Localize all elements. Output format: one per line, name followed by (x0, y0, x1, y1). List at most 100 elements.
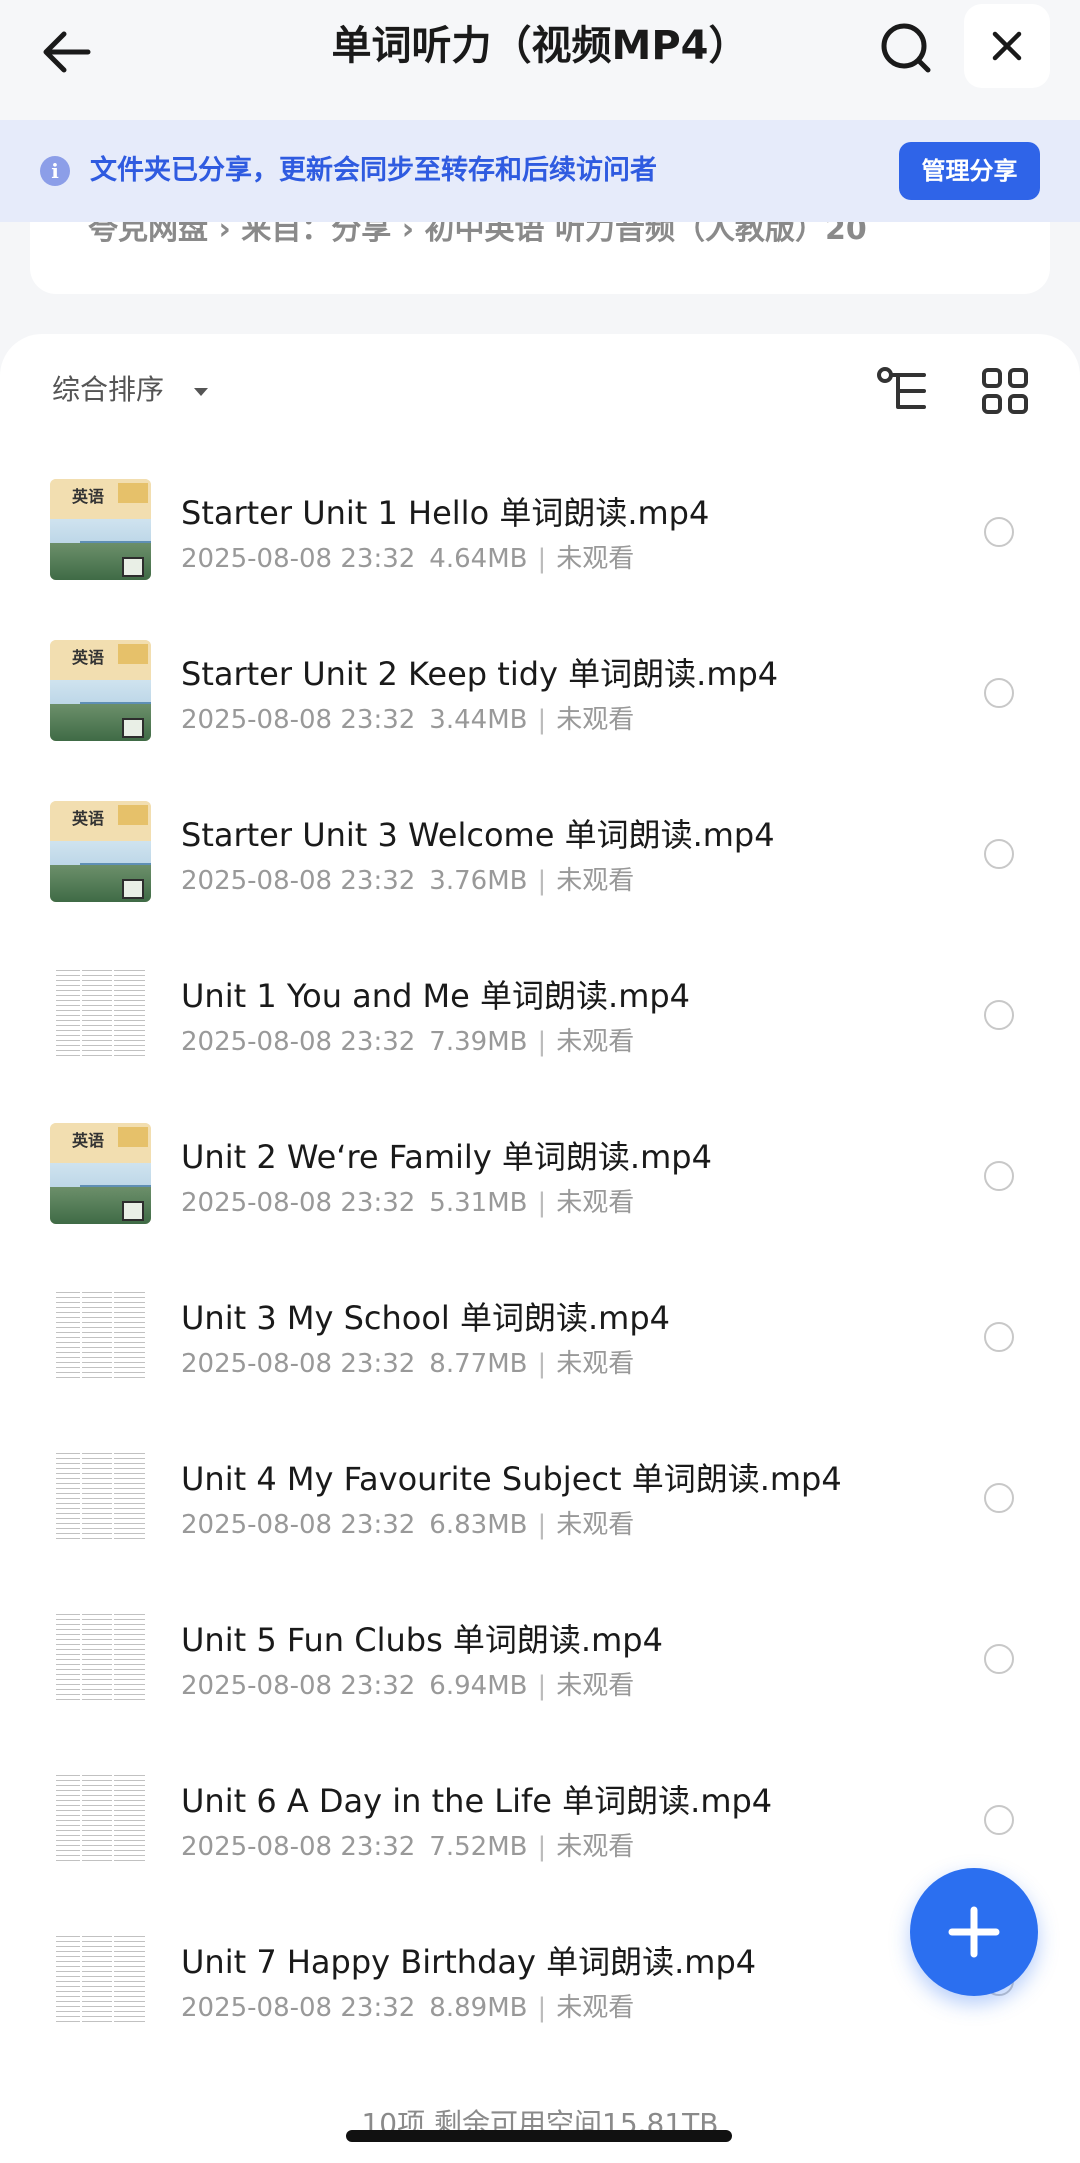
file-size: 8.77MB (429, 1349, 528, 1379)
file-name: Starter Unit 2 Keep tidy 单词朗读.mp4 (181, 655, 779, 693)
caret-down-icon (194, 388, 208, 396)
file-size: 8.89MB (429, 1993, 528, 2023)
file-meta: 2025-08-08 23:32 3.76MB | 未观看 (181, 863, 634, 899)
file-date: 2025-08-08 23:32 (181, 866, 416, 896)
select-radio[interactable] (984, 1322, 1014, 1352)
file-thumbnail (50, 1606, 151, 1707)
file-meta: 2025-08-08 23:32 7.39MB | 未观看 (181, 1024, 634, 1060)
breadcrumb-text: 夸克网盘 › 来自：分享 › 初中英语 听力音频（人教版）20 (88, 222, 867, 247)
home-indicator[interactable] (346, 2130, 732, 2142)
file-thumbnail (50, 1928, 151, 2029)
file-meta: 2025-08-08 23:32 6.94MB | 未观看 (181, 1668, 634, 1704)
file-thumbnail: 英语 (50, 801, 151, 902)
watch-status: 未观看 (556, 866, 635, 896)
select-radio[interactable] (984, 517, 1014, 547)
meta-separator: | (537, 1832, 547, 1862)
file-thumbnail: 英语 (50, 1123, 151, 1224)
file-date: 2025-08-08 23:32 (181, 705, 416, 735)
meta-separator: | (537, 1671, 547, 1701)
plus-icon (948, 1906, 1000, 1958)
file-name: Unit 5 Fun Clubs 单词朗读.mp4 (181, 1621, 663, 1659)
grid-view-button[interactable] (980, 366, 1030, 416)
file-name: Unit 4 My Favourite Subject 单词朗读.mp4 (181, 1460, 842, 1498)
file-thumbnail (50, 962, 151, 1063)
sort-dropdown[interactable]: 综合排序 (52, 370, 164, 410)
file-name: Starter Unit 1 Hello 单词朗读.mp4 (181, 494, 710, 532)
info-icon: i (40, 156, 70, 186)
file-meta: 2025-08-08 23:32 7.52MB | 未观看 (181, 1829, 634, 1865)
file-meta: 2025-08-08 23:32 8.89MB | 未观看 (181, 1990, 634, 2026)
select-radio[interactable] (984, 1161, 1014, 1191)
file-size: 3.76MB (429, 866, 528, 896)
file-name: Starter Unit 3 Welcome 单词朗读.mp4 (181, 816, 775, 854)
file-row[interactable]: Unit 6 A Day in the Life 单词朗读.mp4 2025-08… (0, 1739, 1080, 1900)
breadcrumb[interactable]: 夸克网盘 › 来自：分享 › 初中英语 听力音频（人教版）20 (30, 222, 1050, 294)
add-button[interactable] (910, 1868, 1038, 1996)
tree-view-button[interactable] (876, 366, 932, 416)
file-name: Unit 6 A Day in the Life 单词朗读.mp4 (181, 1782, 773, 1820)
file-row[interactable]: 英语 Starter Unit 1 Hello 单词朗读.mp4 2025-08-0… (0, 451, 1080, 612)
select-radio[interactable] (984, 678, 1014, 708)
search-icon (881, 23, 931, 73)
file-date: 2025-08-08 23:32 (181, 1349, 416, 1379)
file-thumbnail: 英语 (50, 479, 151, 580)
file-meta: 2025-08-08 23:32 6.83MB | 未观看 (181, 1507, 634, 1543)
watch-status: 未观看 (556, 1188, 635, 1218)
file-date: 2025-08-08 23:32 (181, 544, 416, 574)
file-meta: 2025-08-08 23:32 8.77MB | 未观看 (181, 1346, 634, 1382)
file-row[interactable]: Unit 3 My School 单词朗读.mp4 2025-08-08 23:3… (0, 1256, 1080, 1417)
file-name: Unit 3 My School 单词朗读.mp4 (181, 1299, 670, 1337)
top-bar: 单词听力（视频MP4） (0, 0, 1080, 120)
select-radio[interactable] (984, 1483, 1014, 1513)
file-size: 4.64MB (429, 544, 528, 574)
watch-status: 未观看 (556, 1832, 635, 1862)
file-date: 2025-08-08 23:32 (181, 1027, 416, 1057)
meta-separator: | (537, 1349, 547, 1379)
file-row[interactable]: 英语 Starter Unit 2 Keep tidy 单词朗读.mp4 2025-… (0, 612, 1080, 773)
file-thumbnail (50, 1767, 151, 1868)
meta-separator: | (537, 544, 547, 574)
file-row[interactable]: Unit 4 My Favourite Subject 单词朗读.mp4 2025… (0, 1417, 1080, 1578)
file-size: 7.39MB (429, 1027, 528, 1057)
file-date: 2025-08-08 23:32 (181, 1832, 416, 1862)
select-radio[interactable] (984, 1805, 1014, 1835)
file-row[interactable]: 英语 Unit 2 We‘re Family 单词朗读.mp4 2025-08-08… (0, 1095, 1080, 1256)
thumbnail-title: 英语 (72, 1131, 105, 1150)
file-size: 6.94MB (429, 1671, 528, 1701)
file-name: Unit 1 You and Me 单词朗读.mp4 (181, 977, 691, 1015)
meta-separator: | (537, 1993, 547, 2023)
close-button[interactable] (964, 4, 1050, 88)
file-row[interactable]: 英语 Starter Unit 3 Welcome 单词朗读.mp4 2025-08… (0, 773, 1080, 934)
thumbnail-title: 英语 (72, 809, 105, 828)
grid-view-icon (982, 368, 1028, 414)
file-name: Unit 2 We‘re Family 单词朗读.mp4 (181, 1138, 712, 1176)
file-thumbnail: 英语 (50, 640, 151, 741)
thumbnail-title: 英语 (72, 648, 105, 667)
file-thumbnail (50, 1445, 151, 1546)
file-list-panel: 综合排序 英语 Starter Unit 1 Hello 单词朗读.mp4 2025… (0, 334, 1080, 2163)
select-radio[interactable] (984, 1644, 1014, 1674)
file-size: 5.31MB (429, 1188, 528, 1218)
select-radio[interactable] (984, 1000, 1014, 1030)
tree-view-icon (877, 367, 926, 409)
meta-separator: | (537, 705, 547, 735)
file-meta: 2025-08-08 23:32 4.64MB | 未观看 (181, 541, 634, 577)
file-row[interactable]: Unit 1 You and Me 单词朗读.mp4 2025-08-08 23:… (0, 934, 1080, 1095)
select-radio[interactable] (984, 839, 1014, 869)
watch-status: 未观看 (556, 1510, 635, 1540)
file-date: 2025-08-08 23:32 (181, 1510, 416, 1540)
meta-separator: | (537, 1027, 547, 1057)
watch-status: 未观看 (556, 1027, 635, 1057)
meta-separator: | (537, 1188, 547, 1218)
meta-separator: | (537, 866, 547, 896)
watch-status: 未观看 (556, 544, 635, 574)
file-meta: 2025-08-08 23:32 3.44MB | 未观看 (181, 702, 634, 738)
file-row[interactable]: Unit 5 Fun Clubs 单词朗读.mp4 2025-08-08 23:3… (0, 1578, 1080, 1739)
search-button[interactable] (874, 16, 938, 80)
file-thumbnail (50, 1284, 151, 1385)
file-date: 2025-08-08 23:32 (181, 1671, 416, 1701)
file-name: Unit 7 Happy Birthday 单词朗读.mp4 (181, 1943, 757, 1981)
file-date: 2025-08-08 23:32 (181, 1188, 416, 1218)
manage-share-button[interactable]: 管理分享 (899, 142, 1040, 200)
close-icon (992, 31, 1022, 61)
